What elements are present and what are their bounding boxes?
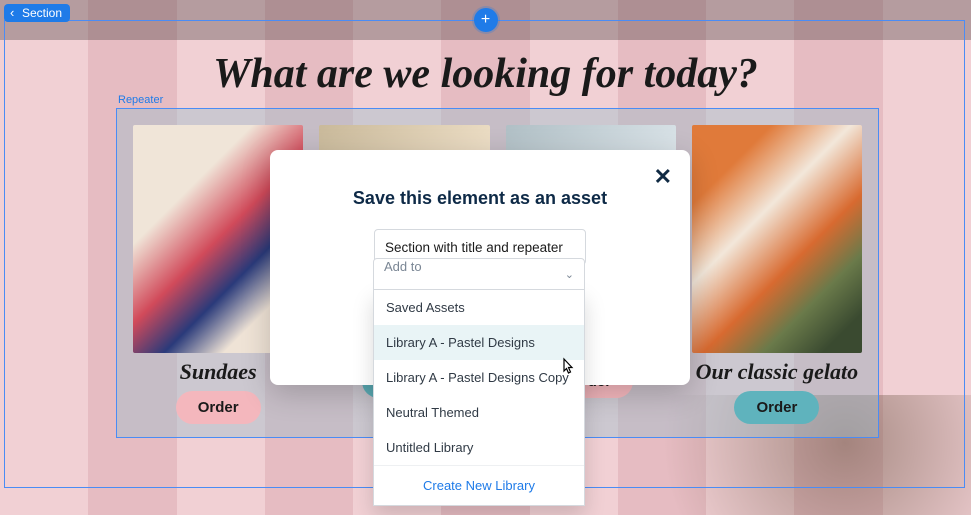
page-title: What are we looking for today?: [0, 50, 971, 98]
dropdown-option-untitled-library[interactable]: Untitled Library: [374, 430, 584, 465]
add-to-placeholder: Add to: [384, 259, 422, 274]
add-to-dropdown: Add to ⌄ Saved Assets Library A - Pastel…: [373, 258, 585, 506]
dropdown-option-library-a-copy[interactable]: Library A - Pastel Designs Copy: [374, 360, 584, 395]
dropdown-option-neutral-themed[interactable]: Neutral Themed: [374, 395, 584, 430]
repeater-item[interactable]: Our classic gelato Order: [692, 125, 862, 425]
product-caption: Our classic gelato: [696, 359, 859, 385]
dropdown-option-saved-assets[interactable]: Saved Assets: [374, 290, 584, 325]
close-icon[interactable]: ✕: [654, 164, 672, 190]
add-section-button[interactable]: +: [474, 8, 498, 32]
section-breadcrumb[interactable]: Section: [4, 4, 70, 22]
chevron-down-icon: ⌄: [565, 268, 574, 281]
dropdown-list: Saved Assets Library A - Pastel Designs …: [373, 290, 585, 506]
product-image: [692, 125, 862, 353]
editor-stage: Section + What are we looking for today?…: [0, 0, 971, 515]
dialog-title: Save this element as an asset: [270, 188, 690, 209]
repeater-label[interactable]: Repeater: [118, 94, 163, 106]
dropdown-option-library-a[interactable]: Library A - Pastel Designs: [374, 325, 584, 360]
product-caption: Sundaes: [180, 359, 257, 385]
plus-icon: +: [481, 11, 490, 29]
order-button[interactable]: Order: [734, 391, 819, 424]
add-to-select[interactable]: Add to ⌄: [373, 258, 585, 290]
create-new-library-link[interactable]: Create New Library: [374, 465, 584, 505]
order-button[interactable]: Order: [176, 391, 261, 424]
